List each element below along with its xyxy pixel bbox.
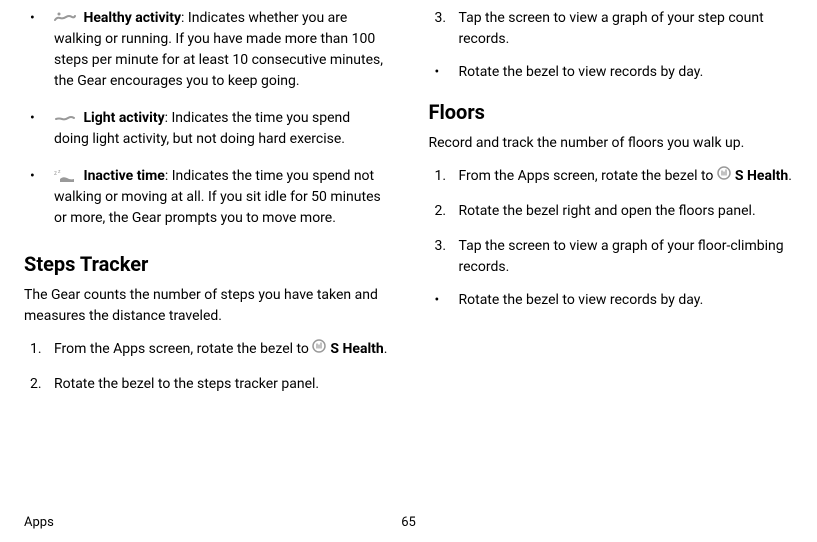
- shealth-text: S Health: [735, 166, 788, 187]
- steps-tracker-intro: The Gear counts the number of steps you …: [24, 285, 389, 327]
- bullet-light-activity: Light activity: Indicates the time you s…: [54, 108, 389, 150]
- bullet-healthy-activity: Healthy activity: Indicates whether you …: [54, 8, 389, 92]
- floors-list: From the Apps screen, rotate the bezel t…: [429, 166, 794, 311]
- sub-text: Rotate the bezel to view records by day.: [459, 292, 704, 308]
- content-columns: Healthy activity: Indicates whether you …: [24, 8, 793, 502]
- step-3-sublist: Rotate the bezel to view records by day.: [459, 62, 794, 83]
- shealth-text: S Health: [330, 339, 383, 360]
- steps-tracker-list: From the Apps screen, rotate the bezel t…: [24, 339, 389, 395]
- steps-tracker-step-1: From the Apps screen, rotate the bezel t…: [54, 339, 389, 360]
- step-text: Rotate the bezel to the steps tracker pa…: [54, 376, 319, 392]
- right-column: Tap the screen to view a graph of your s…: [429, 8, 794, 502]
- steps-tracker-list-cont: Tap the screen to view a graph of your s…: [429, 8, 794, 83]
- shealth-app-label: S Health: [312, 339, 383, 360]
- step-text: Tap the screen to view a graph of your s…: [459, 10, 764, 47]
- floors-step-3: Tap the screen to view a graph of your f…: [459, 236, 794, 311]
- step-text-post: .: [384, 341, 388, 357]
- svg-text:z: z: [54, 170, 57, 177]
- step-text-post: .: [788, 168, 792, 184]
- bullet-label: Inactive time: [83, 168, 164, 184]
- steps-tracker-step-3: Tap the screen to view a graph of your s…: [459, 8, 794, 83]
- step-text-pre: From the Apps screen, rotate the bezel t…: [459, 168, 717, 184]
- shealth-app-label: S Health: [717, 166, 788, 187]
- step-text: Rotate the bezel right and open the floo…: [459, 203, 756, 219]
- running-icon: [54, 11, 76, 25]
- steps-tracker-heading: Steps Tracker: [24, 249, 389, 279]
- page-footer: Apps 65: [24, 513, 793, 533]
- bullet-label: Healthy activity: [83, 10, 181, 26]
- steps-tracker-step-2: Rotate the bezel to the steps tracker pa…: [54, 374, 389, 395]
- left-column: Healthy activity: Indicates whether you …: [24, 8, 389, 502]
- floors-step-3-sub-item: Rotate the bezel to view records by day.: [459, 290, 794, 311]
- shealth-icon: [717, 166, 731, 187]
- floors-heading: Floors: [429, 97, 794, 127]
- footer-section: Apps: [24, 513, 54, 533]
- walking-icon: [54, 111, 76, 125]
- floors-step-2: Rotate the bezel right and open the floo…: [459, 201, 794, 222]
- floors-step-1: From the Apps screen, rotate the bezel t…: [459, 166, 794, 187]
- step-text-pre: From the Apps screen, rotate the bezel t…: [54, 341, 312, 357]
- shealth-icon: [312, 339, 326, 360]
- floors-step-3-sublist: Rotate the bezel to view records by day.: [459, 290, 794, 311]
- step-text: Tap the screen to view a graph of your f…: [459, 238, 784, 275]
- footer-page-number: 65: [401, 513, 416, 533]
- floors-intro: Record and track the number of floors yo…: [429, 133, 794, 154]
- step-3-sub-item: Rotate the bezel to view records by day.: [459, 62, 794, 83]
- svg-text:z: z: [58, 169, 61, 175]
- sleep-icon: z z: [54, 169, 76, 183]
- bullet-label: Light activity: [83, 110, 164, 126]
- activity-bullets: Healthy activity: Indicates whether you …: [24, 8, 389, 229]
- sub-text: Rotate the bezel to view records by day.: [459, 64, 704, 80]
- bullet-inactive-time: z z Inactive time: Indicates the time yo…: [54, 166, 389, 229]
